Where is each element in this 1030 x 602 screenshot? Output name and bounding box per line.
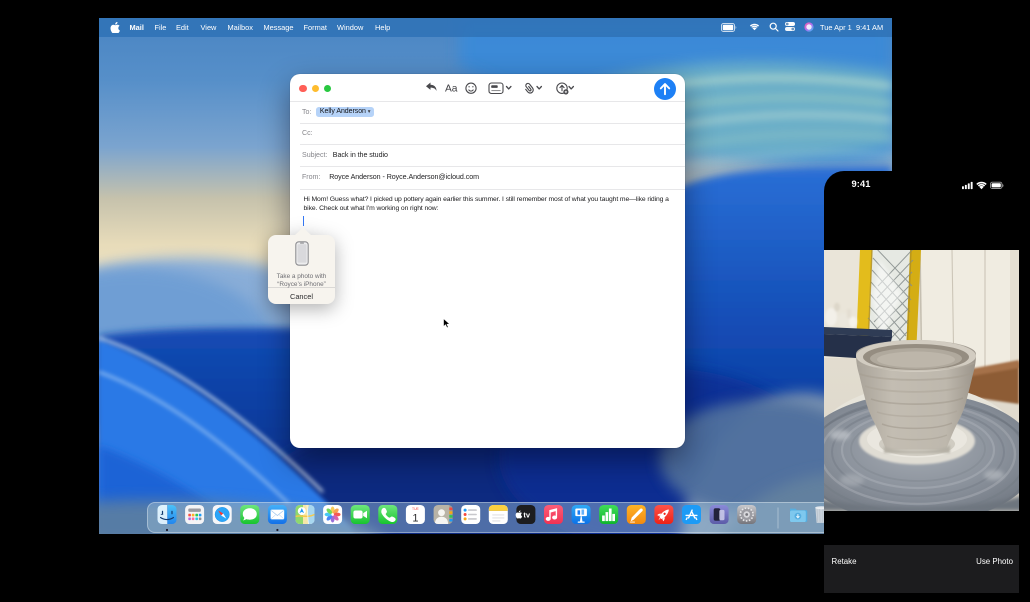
svg-text:Aa: Aa — [445, 84, 458, 95]
svg-text:tv: tv — [523, 510, 530, 519]
svg-text:1: 1 — [412, 512, 418, 524]
svg-text:TUE: TUE — [412, 506, 420, 510]
